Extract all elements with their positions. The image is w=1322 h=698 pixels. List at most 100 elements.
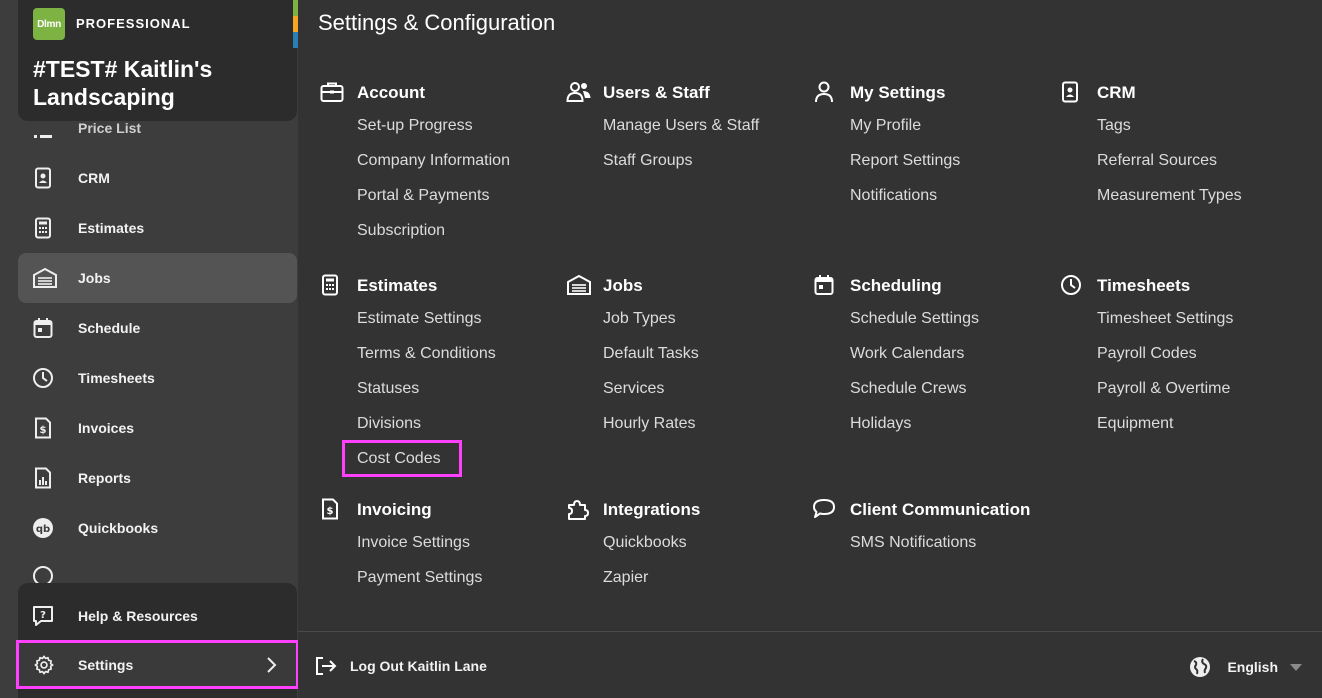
cost-codes-label[interactable]: Cost Codes (342, 440, 462, 477)
sidebar-item-label: Timesheets (78, 370, 155, 386)
garage-icon (567, 274, 591, 295)
plan-label: PROFESSIONAL (76, 16, 191, 31)
sidebar-item-label: Schedule (78, 320, 141, 336)
sidebar-item-timesheets[interactable]: Timesheets (18, 353, 297, 403)
invoice-icon: $ (35, 417, 51, 439)
section-my-settings: My Settings My Profile Report Settings N… (813, 80, 1059, 221)
briefcase-icon (320, 82, 344, 102)
section-title: Integrations (603, 500, 701, 519)
calculator-icon (322, 274, 338, 296)
section-jobs: Jobs Job Types Default Tasks Services Ho… (566, 273, 812, 449)
section-scheduling: Scheduling Schedule Settings Work Calend… (813, 273, 1059, 449)
help-label: Help & Resources (78, 608, 198, 624)
settings-button[interactable]: Settings (16, 640, 299, 689)
section-client-communication: Client Communication SMS Notifications (813, 497, 1073, 568)
logout-icon (316, 657, 337, 675)
section-title: Scheduling (850, 276, 942, 295)
svg-text:$: $ (327, 506, 334, 517)
section-users-staff: Users & Staff Manage Users & Staff Staff… (566, 80, 812, 186)
page-title: Settings & Configuration (318, 10, 556, 35)
section-invoicing: $ Invoicing Invoice Settings Payment Set… (320, 497, 566, 603)
link-payroll-codes[interactable]: Payroll Codes (1097, 344, 1322, 379)
section-header: $ Invoicing (320, 497, 566, 523)
link-cost-codes[interactable]: Cost Codes (342, 440, 603, 484)
company-name: #TEST# Kaitlin's Landscaping (33, 56, 213, 110)
partial-icon (33, 566, 53, 583)
help-icon: ? (33, 606, 53, 626)
link-portal-payments[interactable]: Portal & Payments (357, 186, 603, 221)
sidebar-item-label: Estimates (78, 220, 145, 236)
section-title: CRM (1097, 83, 1136, 102)
sidebar-item-estimates[interactable]: Estimates (18, 203, 297, 253)
sidebar-item-label: Quickbooks (78, 520, 159, 536)
report-icon (35, 467, 51, 489)
footer-bar: Log Out Kaitlin Lane English (298, 631, 1322, 698)
sidebar-item-label: Invoices (78, 420, 135, 436)
section-integrations: Integrations Quickbooks Zapier (566, 497, 812, 603)
sidebar-item-reports[interactable]: Reports (18, 453, 297, 503)
logout-label: Log Out Kaitlin Lane (350, 658, 487, 674)
section-header: Account (320, 80, 566, 106)
section-title: Estimates (357, 276, 438, 295)
link-payroll-overtime[interactable]: Payroll & Overtime (1097, 379, 1322, 414)
sidebar-item-schedule[interactable]: Schedule (18, 303, 297, 353)
user-icon (815, 81, 833, 103)
garage-icon (33, 267, 57, 288)
sidebar-item-invoices[interactable]: $ Invoices (18, 403, 297, 453)
sidebar-item-jobs[interactable]: Jobs (18, 253, 297, 303)
svg-text:$: $ (40, 425, 47, 436)
logout-button[interactable]: Log Out Kaitlin Lane (315, 656, 487, 676)
section-title: Timesheets (1097, 276, 1191, 295)
section-header: Scheduling (813, 273, 1059, 299)
link-sms-notifications[interactable]: SMS Notifications (850, 533, 1110, 568)
section-header: My Settings (813, 80, 1059, 106)
language-label: English (1227, 659, 1278, 675)
language-selector[interactable]: English (1189, 656, 1302, 678)
section-title: Users & Staff (603, 83, 710, 102)
globe-icon (1190, 657, 1211, 677)
link-equipment[interactable]: Equipment (1097, 414, 1322, 449)
section-account: Account Set-up Progress Company Informat… (320, 80, 566, 256)
calendar-icon (814, 275, 834, 295)
sidebar-item-quickbooks[interactable]: qb Quickbooks (18, 503, 297, 553)
section-title: My Settings (850, 83, 946, 102)
link-measurement-types[interactable]: Measurement Types (1097, 186, 1322, 221)
svg-text:?: ? (40, 610, 46, 621)
section-header: Estimates (320, 273, 566, 299)
strip-blue (293, 32, 298, 48)
puzzle-icon (568, 500, 589, 520)
link-zapier[interactable]: Zapier (603, 568, 849, 603)
section-title: Client Communication (850, 500, 1031, 519)
chevron-right-icon (267, 656, 277, 673)
quickbooks-icon: qb (33, 518, 53, 538)
calculator-icon (35, 217, 51, 239)
svg-text:qb: qb (36, 524, 50, 535)
sidebar-item-crm[interactable]: CRM (18, 153, 297, 203)
section-crm: CRM Tags Referral Sources Measurement Ty… (1060, 80, 1306, 221)
link-timesheet-settings[interactable]: Timesheet Settings (1097, 309, 1322, 344)
settings-label: Settings (78, 656, 134, 673)
sidebar-item-label: Jobs (78, 270, 111, 286)
sidebar-item-partial[interactable] (18, 553, 297, 583)
section-header: Integrations (566, 497, 812, 523)
invoice-icon: $ (322, 498, 338, 520)
help-resources-button[interactable]: ? Help & Resources (18, 593, 297, 639)
section-header: CRM (1060, 80, 1306, 106)
sidebar: Dlmn PROFESSIONAL #TEST# Kaitlin's Lands… (0, 0, 299, 698)
sidebar-item-label: Price List (78, 120, 142, 136)
link-subscription[interactable]: Subscription (357, 221, 603, 256)
section-header: Users & Staff (566, 80, 812, 106)
section-header: Jobs (566, 273, 812, 299)
link-tags[interactable]: Tags (1097, 116, 1322, 151)
contact-card-icon (1062, 81, 1078, 103)
brand-card[interactable]: Dlmn PROFESSIONAL #TEST# Kaitlin's Lands… (18, 0, 297, 121)
contact-card-icon (35, 167, 51, 189)
section-timesheets: Timesheets Timesheet Settings Payroll Co… (1060, 273, 1306, 449)
caret-down-icon (1290, 663, 1302, 671)
sidebar-bottom: ? Help & Resources Settings (16, 583, 299, 698)
section-title: Jobs (603, 276, 643, 295)
clock-icon (33, 368, 53, 388)
color-strip (293, 0, 298, 48)
gear-icon (34, 654, 54, 675)
link-referral-sources[interactable]: Referral Sources (1097, 151, 1322, 186)
